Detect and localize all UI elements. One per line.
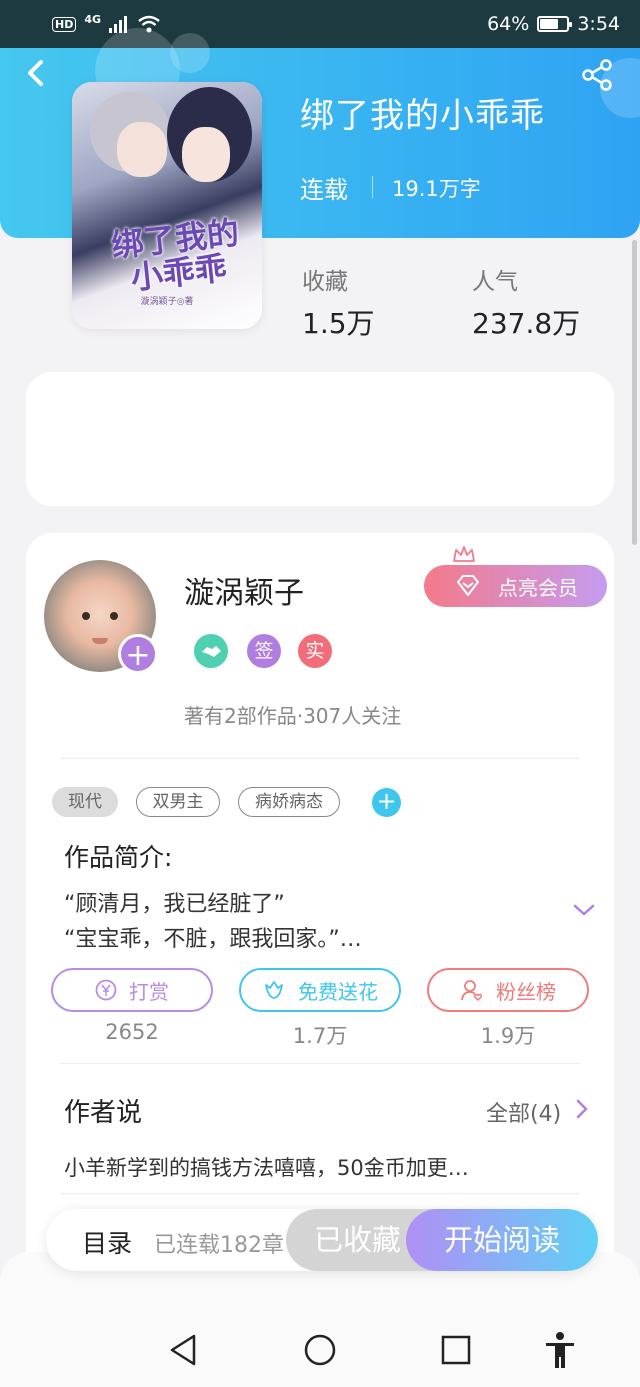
handshake-icon [194, 634, 228, 668]
author-says-title: 作者说 [64, 1098, 143, 1128]
cover-author: 漩涡颖子◎著 [140, 297, 194, 307]
status-bar: HD 4G 64% 3:54 [0, 0, 640, 48]
flower-count: 1.7万 [292, 1024, 348, 1048]
chevron-right-icon[interactable] [572, 1098, 592, 1120]
start-reading-button[interactable]: 开始阅读 [406, 1209, 598, 1271]
battery-icon [537, 16, 573, 32]
fan-ranking-button[interactable]: 粉丝榜 [427, 968, 589, 1012]
sign-badge: 签 [247, 634, 281, 668]
free-flower-button[interactable]: 免费送花 [239, 968, 401, 1012]
author-name[interactable]: 漩涡颖子 [184, 568, 304, 612]
blank-card [26, 372, 614, 506]
intro-line: “顾清月，我已经脏了” [64, 892, 285, 917]
yen-icon [95, 979, 117, 1001]
hd-badge: HD [52, 16, 77, 32]
author-says-text[interactable]: 小羊新学到的搞钱方法嘻嘻，50金币加更… [64, 1152, 469, 1182]
verified-badge: 实 [298, 634, 332, 668]
book-title: 绑了我的小乖乖 [300, 96, 545, 136]
nav-back-icon[interactable] [164, 1330, 204, 1370]
tag-double-male[interactable]: 双男主 [136, 787, 220, 817]
bottom-action-bar: 目录 已连载182章 已收藏 开始阅读 [46, 1209, 598, 1271]
divider [60, 1063, 580, 1064]
network-label: 4G [84, 12, 102, 26]
chapter-count[interactable]: 已连载182章 [154, 1227, 284, 1259]
book-cover[interactable]: 绑了我的小乖乖 漩涡颖子◎著 [72, 82, 262, 329]
popularity-value: 237.8万 [472, 307, 581, 340]
tip-label: 打赏 [129, 979, 169, 1004]
status-divider [372, 176, 373, 198]
vip-label: 点亮会员 [498, 575, 578, 600]
toc-button[interactable]: 目录 [82, 1224, 132, 1260]
fan-ranking-label: 粉丝榜 [496, 979, 556, 1004]
popularity-label: 人气 [472, 269, 518, 295]
add-tag-button[interactable]: + [372, 788, 401, 817]
favorites-value: 1.5万 [302, 307, 375, 340]
book-status: 连载 [300, 176, 348, 204]
author-says-all-link[interactable]: 全部(4) [486, 1096, 561, 1128]
share-icon[interactable] [580, 58, 614, 92]
crown-icon [453, 546, 475, 562]
chevron-down-icon[interactable] [572, 898, 596, 922]
favorites-label: 收藏 [302, 269, 348, 295]
divider [60, 758, 580, 759]
follow-author-button[interactable]: + [118, 634, 158, 674]
vip-button[interactable]: 点亮会员 [424, 565, 607, 607]
tag-modern[interactable]: 现代 [52, 787, 118, 817]
scrollbar[interactable] [632, 240, 637, 545]
intro-line: “宝宝乖，不脏，跟我回家。”… [64, 927, 362, 952]
flower-icon [265, 981, 283, 999]
clock: 3:54 [577, 13, 620, 35]
diamond-icon [457, 575, 479, 596]
back-icon[interactable] [22, 58, 52, 88]
nav-home-icon[interactable] [300, 1330, 340, 1370]
fan-icon [461, 980, 483, 1002]
divider [60, 1193, 580, 1194]
battery-percent: 64% [487, 13, 530, 35]
tip-button[interactable]: 打赏 [51, 968, 213, 1012]
fan-count: 1.9万 [480, 1024, 536, 1048]
free-flower-label: 免费送花 [298, 979, 378, 1004]
tag-yandere[interactable]: 病娇病态 [238, 787, 340, 817]
accessibility-icon[interactable] [540, 1330, 580, 1370]
author-meta: 著有2部作品·307人关注 [184, 704, 402, 728]
intro-title: 作品简介: [64, 843, 173, 872]
nav-recents-icon[interactable] [436, 1330, 476, 1370]
word-count: 19.1万字 [392, 177, 481, 201]
tip-count: 2652 [105, 1020, 159, 1044]
